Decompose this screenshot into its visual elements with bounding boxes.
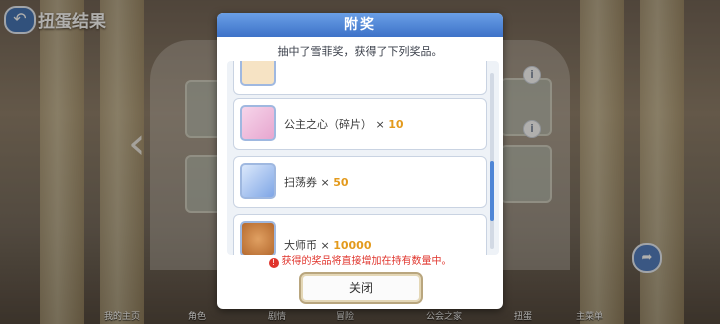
close-button[interactable]: 关闭 <box>299 272 423 304</box>
dialog-title: 附奖 <box>217 13 503 37</box>
scroll-thumb[interactable] <box>490 161 494 221</box>
list-item <box>233 61 487 95</box>
list-item: 大师币 × 10000 <box>233 214 487 255</box>
item-name: 扫荡券 × 50 <box>284 176 349 189</box>
reward-dialog: 附奖 抽中了雪菲奖，获得了下列奖品。 公主之心（碎片） × 10 扫荡券 × 5… <box>217 13 503 309</box>
list-item: 公主之心（碎片） × 10 <box>233 98 487 150</box>
dialog-subtitle: 抽中了雪菲奖，获得了下列奖品。 <box>277 45 443 58</box>
warning-icon: ! <box>268 258 279 268</box>
reward-icon <box>240 61 276 86</box>
heart-crystal-icon <box>240 105 276 141</box>
item-name: 公主之心（碎片） × 10 <box>284 118 404 131</box>
reward-list[interactable]: 公主之心（碎片） × 10 扫荡券 × 50 大师币 × 10000 <box>227 61 499 255</box>
scrollbar[interactable] <box>490 73 494 249</box>
master-coin-icon <box>240 221 276 255</box>
info-note: ! 获得的奖品将直接增加在持有数量中。 <box>217 252 503 268</box>
item-name: 大师币 × 10000 <box>284 239 372 252</box>
ticket-icon <box>240 163 276 199</box>
list-item: 扫荡券 × 50 <box>233 156 487 208</box>
